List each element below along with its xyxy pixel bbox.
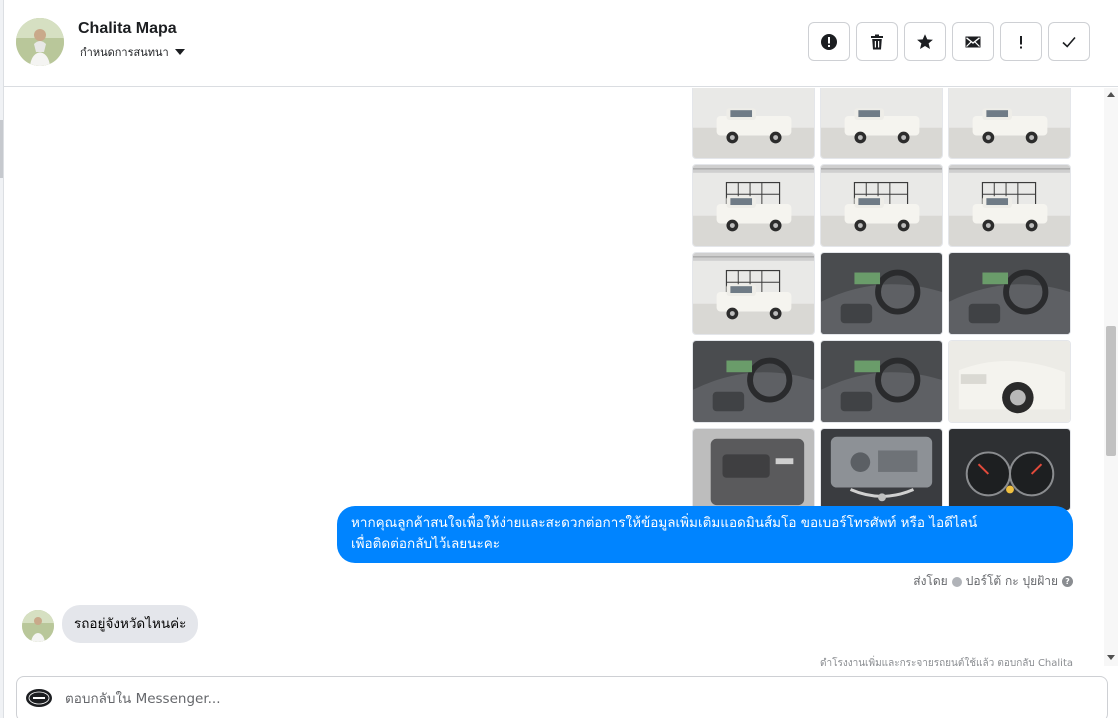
photo-image: [821, 341, 942, 422]
reply-composer: [16, 676, 1108, 718]
outgoing-message-bubble[interactable]: หากคุณลูกค้าสนใจเพื่อให้ง่ายและสะดวกต่อก…: [337, 506, 1073, 563]
mark-done-button[interactable]: [1048, 22, 1090, 61]
page-avatar: [25, 687, 53, 709]
conversation-header: Chalita Mapa กำหนดการสนทนา: [4, 0, 1118, 87]
admin-avatar-icon: [951, 576, 962, 587]
photo-thumbnail[interactable]: [820, 88, 943, 159]
reply-input[interactable]: [65, 686, 1085, 712]
photo-thumbnail[interactable]: [820, 164, 943, 247]
caret-down-icon: [174, 49, 185, 55]
assign-conversation-dropdown[interactable]: กำหนดการสนทนา: [80, 43, 185, 61]
sent-by-label: ส่งโดย: [913, 574, 948, 588]
thread-scrollbar[interactable]: [1104, 88, 1118, 666]
photo-image: [821, 165, 942, 246]
photo-image: [821, 88, 942, 158]
delete-button[interactable]: [856, 22, 898, 61]
photo-thumbnail[interactable]: [948, 88, 1071, 159]
follow-up-button[interactable]: [1000, 22, 1042, 61]
checkmark-icon: [1062, 36, 1076, 48]
photo-thumbnail[interactable]: [692, 252, 815, 335]
photo-image: [693, 341, 814, 422]
left-panel-handle[interactable]: [0, 120, 3, 178]
photo-thumbnail[interactable]: [948, 164, 1071, 247]
page-logo-icon: [26, 689, 52, 707]
photo-image: [949, 341, 1070, 422]
scroll-down-arrow-icon[interactable]: [1107, 655, 1115, 660]
outgoing-message-line: เพื่อติดต่อกลับไว้เลยนะคะ: [351, 536, 500, 552]
photo-image: [949, 253, 1070, 334]
assign-label: กำหนดการสนทนา: [80, 46, 169, 59]
photo-thumbnail[interactable]: [948, 340, 1071, 423]
photo-thumbnail[interactable]: [692, 340, 815, 423]
photo-thumbnail[interactable]: [820, 252, 943, 335]
alert-circle-icon: [821, 33, 837, 50]
sent-by-name[interactable]: ปอร์โต้ กะ ปุยฝ้าย: [966, 572, 1058, 591]
photo-image: [949, 88, 1070, 158]
photo-image: [693, 253, 814, 334]
photo-grid: [692, 88, 1071, 511]
help-icon[interactable]: ?: [1062, 576, 1073, 587]
contact-avatar-small[interactable]: [22, 610, 54, 642]
photo-thumbnail[interactable]: [692, 164, 815, 247]
star-icon: [917, 33, 933, 49]
photo-thumbnail[interactable]: [820, 428, 943, 511]
exclamation-icon: [1020, 35, 1022, 48]
star-button[interactable]: [904, 22, 946, 61]
photo-image: [693, 165, 814, 246]
photo-image: [693, 429, 814, 510]
photo-image: [949, 429, 1070, 510]
mark-unread-button[interactable]: [952, 22, 994, 61]
spam-button[interactable]: [808, 22, 850, 61]
contact-name[interactable]: Chalita Mapa: [78, 20, 177, 38]
photo-thumbnail[interactable]: [948, 428, 1071, 511]
scroll-up-arrow-icon[interactable]: [1107, 92, 1115, 97]
envelope-icon: [965, 36, 981, 47]
automation-note: ดำโรงงานเพิ่มและกระจายรถยนต์ใช้แล้ว ตอบก…: [819, 658, 1073, 666]
incoming-message-bubble[interactable]: รถอยู่จังหวัดไหนค่ะ: [62, 605, 199, 643]
scrollbar-thumb[interactable]: [1106, 326, 1116, 456]
photo-image: [693, 88, 814, 158]
sent-by-info: ส่งโดย ปอร์โต้ กะ ปุยฝ้าย ?: [913, 572, 1073, 591]
contact-avatar[interactable]: [16, 18, 64, 66]
trash-icon: [871, 34, 883, 49]
photo-thumbnail[interactable]: [692, 88, 815, 159]
photo-image: [949, 165, 1070, 246]
outgoing-message-line: หากคุณลูกค้าสนใจเพื่อให้ง่ายและสะดวกต่อก…: [351, 515, 978, 531]
message-thread[interactable]: หากคุณลูกค้าสนใจเพื่อให้ง่ายและสะดวกต่อก…: [4, 88, 1104, 666]
photo-image: [821, 253, 942, 334]
conversation-actions: [808, 22, 1090, 61]
photo-thumbnail[interactable]: [948, 252, 1071, 335]
photo-image: [821, 429, 942, 510]
photo-thumbnail[interactable]: [692, 428, 815, 511]
photo-thumbnail[interactable]: [820, 340, 943, 423]
